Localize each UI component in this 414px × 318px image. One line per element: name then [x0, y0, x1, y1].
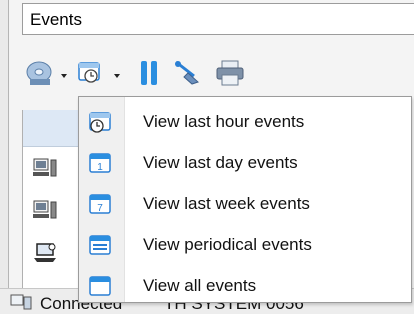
status-connection-icon: [9, 293, 33, 318]
broom-icon[interactable]: [172, 58, 200, 91]
menu-item-last-week[interactable]: 7 View last week events: [79, 183, 411, 224]
calendar-badge: 7: [97, 203, 103, 214]
pause-icon[interactable]: [139, 60, 161, 91]
calendar-period-icon: [87, 233, 113, 262]
menu-item-last-day[interactable]: 1 View last day events: [79, 142, 411, 183]
chevron-down-icon[interactable]: [114, 74, 120, 78]
computer-icon[interactable]: [33, 200, 57, 227]
list-header: [23, 110, 81, 147]
toolbar: [22, 40, 414, 104]
calendar-day-icon: 1: [87, 151, 113, 180]
menu-item-last-hour[interactable]: View last hour events: [79, 101, 411, 142]
laptop-icon[interactable]: [33, 242, 57, 269]
menu-item-label: View last week events: [143, 194, 310, 213]
calendar-badge: 1: [97, 162, 103, 173]
menu-item-periodical[interactable]: View periodical events: [79, 224, 411, 265]
events-window: Events Connected TH SYSTEM 0056 View las…: [0, 0, 414, 314]
calendar-clock-icon: [87, 110, 113, 139]
calendar-week-icon: 7: [87, 192, 113, 221]
disk-icon[interactable]: [26, 60, 56, 91]
menu-item-label: View last hour events: [143, 112, 305, 131]
menu-item-label: View periodical events: [143, 235, 312, 254]
menu-item-label: View last day events: [143, 153, 298, 172]
event-list: [22, 110, 81, 300]
chevron-down-icon[interactable]: [61, 74, 67, 78]
computer-icon[interactable]: [33, 158, 57, 185]
view-events-menu: View last hour events 1 View last day ev…: [78, 96, 412, 303]
window-left-edge: [0, 0, 9, 313]
calendar-clock-icon[interactable]: [76, 58, 104, 91]
printer-icon[interactable]: [215, 60, 245, 91]
calendar-all-icon: [87, 274, 113, 303]
menu-item-label: View all events: [143, 276, 257, 295]
menu-item-all[interactable]: View all events: [79, 265, 411, 306]
window-title: Events: [22, 3, 414, 35]
